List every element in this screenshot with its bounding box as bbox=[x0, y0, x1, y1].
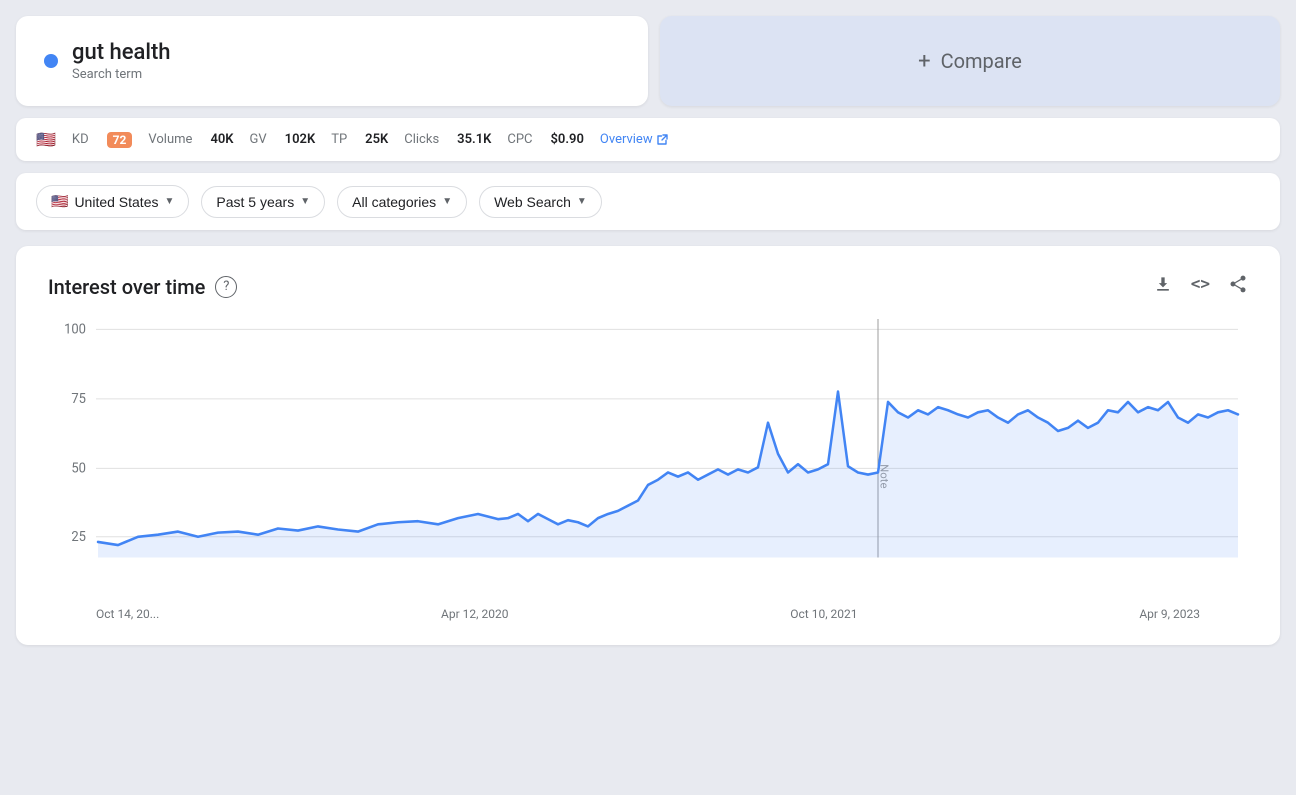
location-filter[interactable]: 🇺🇸 United States ▼ bbox=[36, 185, 189, 218]
flag-small-icon: 🇺🇸 bbox=[51, 193, 68, 210]
cpc-value: $0.90 bbox=[551, 132, 584, 147]
svg-text:50: 50 bbox=[71, 461, 86, 476]
svg-text:25: 25 bbox=[71, 530, 86, 545]
term-dot bbox=[44, 54, 58, 68]
filters-bar: 🇺🇸 United States ▼ Past 5 years ▼ All ca… bbox=[16, 173, 1280, 230]
x-label-2: Apr 12, 2020 bbox=[441, 607, 508, 621]
search-term-text: gut health Search term bbox=[72, 40, 171, 82]
download-icon[interactable] bbox=[1153, 274, 1173, 299]
overview-link[interactable]: Overview bbox=[600, 132, 668, 147]
chart-area: 100 75 50 25 Note bbox=[48, 319, 1248, 599]
compare-label: Compare bbox=[941, 49, 1022, 73]
gv-value: 102K bbox=[285, 132, 316, 147]
search-term-label: Search term bbox=[72, 67, 171, 82]
chart-header: Interest over time ? <> bbox=[48, 274, 1248, 299]
gv-label: GV bbox=[250, 132, 267, 147]
chart-card: Interest over time ? <> bbox=[16, 246, 1280, 645]
kd-label: KD bbox=[72, 132, 89, 147]
chart-title-group: Interest over time ? bbox=[48, 275, 237, 299]
search-type-chevron-icon: ▼ bbox=[577, 196, 587, 207]
clicks-label: Clicks bbox=[404, 132, 439, 147]
interest-chart: 100 75 50 25 Note bbox=[48, 319, 1248, 599]
embed-icon[interactable]: <> bbox=[1191, 274, 1210, 299]
search-type-label: Web Search bbox=[494, 194, 571, 210]
cpc-label: CPC bbox=[507, 132, 532, 147]
svg-text:100: 100 bbox=[64, 322, 86, 337]
compare-card[interactable]: + Compare bbox=[660, 16, 1280, 106]
kd-badge: 72 bbox=[107, 132, 133, 148]
volume-value: 40K bbox=[210, 132, 233, 147]
search-type-filter[interactable]: Web Search ▼ bbox=[479, 186, 602, 218]
time-range-label: Past 5 years bbox=[216, 194, 294, 210]
external-link-icon bbox=[656, 134, 668, 146]
svg-text:75: 75 bbox=[71, 392, 86, 407]
tp-label: TP bbox=[331, 132, 347, 147]
x-axis-labels: Oct 14, 20... Apr 12, 2020 Oct 10, 2021 … bbox=[48, 607, 1248, 621]
location-chevron-icon: ▼ bbox=[165, 196, 175, 207]
x-label-3: Oct 10, 2021 bbox=[790, 607, 857, 621]
x-label-4: Apr 9, 2023 bbox=[1139, 607, 1200, 621]
location-label: United States bbox=[74, 194, 158, 210]
chart-title: Interest over time bbox=[48, 275, 205, 299]
chart-actions: <> bbox=[1153, 274, 1248, 299]
volume-label: Volume bbox=[148, 132, 192, 147]
category-chevron-icon: ▼ bbox=[442, 196, 452, 207]
help-icon[interactable]: ? bbox=[215, 276, 237, 298]
time-range-filter[interactable]: Past 5 years ▼ bbox=[201, 186, 325, 218]
time-range-chevron-icon: ▼ bbox=[300, 196, 310, 207]
metrics-bar: 🇺🇸 KD 72 Volume 40K GV 102K TP 25K Click… bbox=[16, 118, 1280, 161]
tp-value: 25K bbox=[365, 132, 388, 147]
category-filter[interactable]: All categories ▼ bbox=[337, 186, 467, 218]
flag-icon: 🇺🇸 bbox=[36, 130, 56, 149]
compare-plus-icon: + bbox=[918, 49, 930, 74]
overview-label: Overview bbox=[600, 132, 653, 147]
category-label: All categories bbox=[352, 194, 436, 210]
x-label-1: Oct 14, 20... bbox=[96, 607, 159, 621]
search-term-card: gut health Search term bbox=[16, 16, 648, 106]
clicks-value: 35.1K bbox=[457, 132, 491, 147]
search-term-title: gut health bbox=[72, 40, 171, 65]
share-icon[interactable] bbox=[1228, 274, 1248, 299]
